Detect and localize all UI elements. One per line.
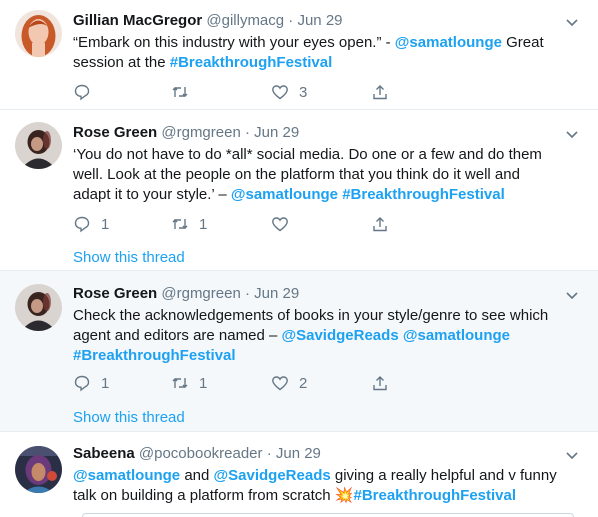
handle[interactable]: @rgmgreen	[161, 285, 240, 302]
mention-link[interactable]: @samatlounge	[73, 467, 180, 484]
like-button[interactable]	[271, 213, 299, 235]
show-thread-link[interactable]: Show this thread	[73, 409, 185, 426]
reply-button[interactable]: 1	[73, 213, 109, 235]
retweet-button[interactable]: 1	[171, 213, 207, 235]
tweet-gillian[interactable]: Gillian MacGregor @gillymacg · Jun 29 “E…	[0, 0, 598, 110]
display-name[interactable]: Rose Green	[73, 285, 157, 302]
share-icon	[373, 85, 387, 100]
collision-emoji: 💥	[334, 487, 354, 504]
avatar[interactable]	[15, 10, 62, 57]
tweet-rose-1[interactable]: Rose Green @rgmgreen · Jun 29 ‘You do no…	[0, 110, 598, 270]
hashtag-link[interactable]: #BreakthroughFestival	[73, 347, 236, 364]
reply-icon	[74, 375, 90, 392]
display-name[interactable]: Sabeena	[73, 445, 135, 462]
reply-count: 1	[101, 215, 110, 233]
dot-separator: ·	[244, 124, 250, 141]
mention-link[interactable]: @SavidgeReads	[214, 467, 331, 484]
dot-separator: ·	[266, 445, 272, 462]
share-button[interactable]	[371, 213, 389, 235]
share-button[interactable]	[371, 81, 389, 103]
avatar[interactable]	[15, 122, 62, 169]
hashtag-link[interactable]: #BreakthroughFestival	[342, 186, 505, 203]
chevron-down-icon[interactable]	[564, 287, 580, 303]
retweet-count: 1	[199, 374, 208, 392]
heart-icon	[272, 217, 288, 232]
retweet-icon	[172, 378, 188, 388]
tweet-text: @samatlounge and @SavidgeReads giving a …	[73, 467, 557, 504]
tweet-text: “Embark on this industry with your eyes …	[73, 34, 544, 71]
hashtag-link[interactable]: #BreakthroughFestival	[170, 54, 333, 71]
avatar[interactable]	[15, 284, 62, 331]
share-button[interactable]	[371, 372, 389, 394]
mention-link[interactable]: @samatlounge	[231, 186, 338, 203]
display-name[interactable]: Gillian MacGregor	[73, 12, 202, 29]
hashtag-link[interactable]: #BreakthroughFestival	[353, 487, 516, 504]
handle[interactable]: @gillymacg	[206, 12, 284, 29]
timestamp[interactable]: Jun 29	[254, 124, 299, 141]
chevron-down-icon[interactable]	[564, 447, 580, 463]
like-count: 2	[299, 374, 308, 392]
handle[interactable]: @rgmgreen	[161, 124, 240, 141]
timestamp[interactable]: Jun 29	[297, 12, 342, 29]
dot-separator: ·	[244, 285, 250, 302]
retweet-button[interactable]	[171, 81, 199, 103]
show-thread-link[interactable]: Show this thread	[73, 249, 185, 266]
chevron-down-icon[interactable]	[564, 126, 580, 142]
tweet-text: Check the acknowledgements of books in y…	[73, 307, 549, 364]
chevron-down-icon[interactable]	[564, 14, 580, 30]
like-button[interactable]: 2	[271, 372, 307, 394]
dot-separator: ·	[288, 12, 294, 29]
heart-icon	[272, 376, 288, 391]
retweet-icon	[172, 219, 188, 229]
reply-button[interactable]	[73, 81, 101, 103]
display-name[interactable]: Rose Green	[73, 124, 157, 141]
tweet-text: ‘You do not have to do *all* social medi…	[73, 146, 542, 203]
like-button[interactable]: 3	[271, 81, 307, 103]
handle[interactable]: @pocobookreader	[139, 445, 263, 462]
reply-count: 1	[101, 374, 110, 392]
heart-icon	[272, 85, 288, 100]
tweet-sabeena[interactable]: Sabeena @pocobookreader · Jun 29 @samatl…	[0, 432, 598, 517]
avatar[interactable]	[15, 446, 62, 493]
share-icon	[373, 376, 387, 391]
media-preview-edge	[82, 513, 574, 517]
mention-link[interactable]: @SavidgeReads	[281, 327, 398, 344]
mention-link[interactable]: @samatlounge	[395, 34, 502, 51]
reply-icon	[74, 216, 90, 233]
reply-icon	[74, 84, 90, 101]
retweet-icon	[172, 87, 188, 97]
tweet-rose-2[interactable]: Rose Green @rgmgreen · Jun 29 Check the …	[0, 271, 598, 432]
retweet-count: 1	[199, 215, 208, 233]
like-count: 3	[299, 83, 308, 101]
reply-button[interactable]: 1	[73, 372, 109, 394]
timestamp[interactable]: Jun 29	[276, 445, 321, 462]
retweet-button[interactable]: 1	[171, 372, 207, 394]
timestamp[interactable]: Jun 29	[254, 285, 299, 302]
share-icon	[373, 217, 387, 232]
mention-link[interactable]: @samatlounge	[403, 327, 510, 344]
